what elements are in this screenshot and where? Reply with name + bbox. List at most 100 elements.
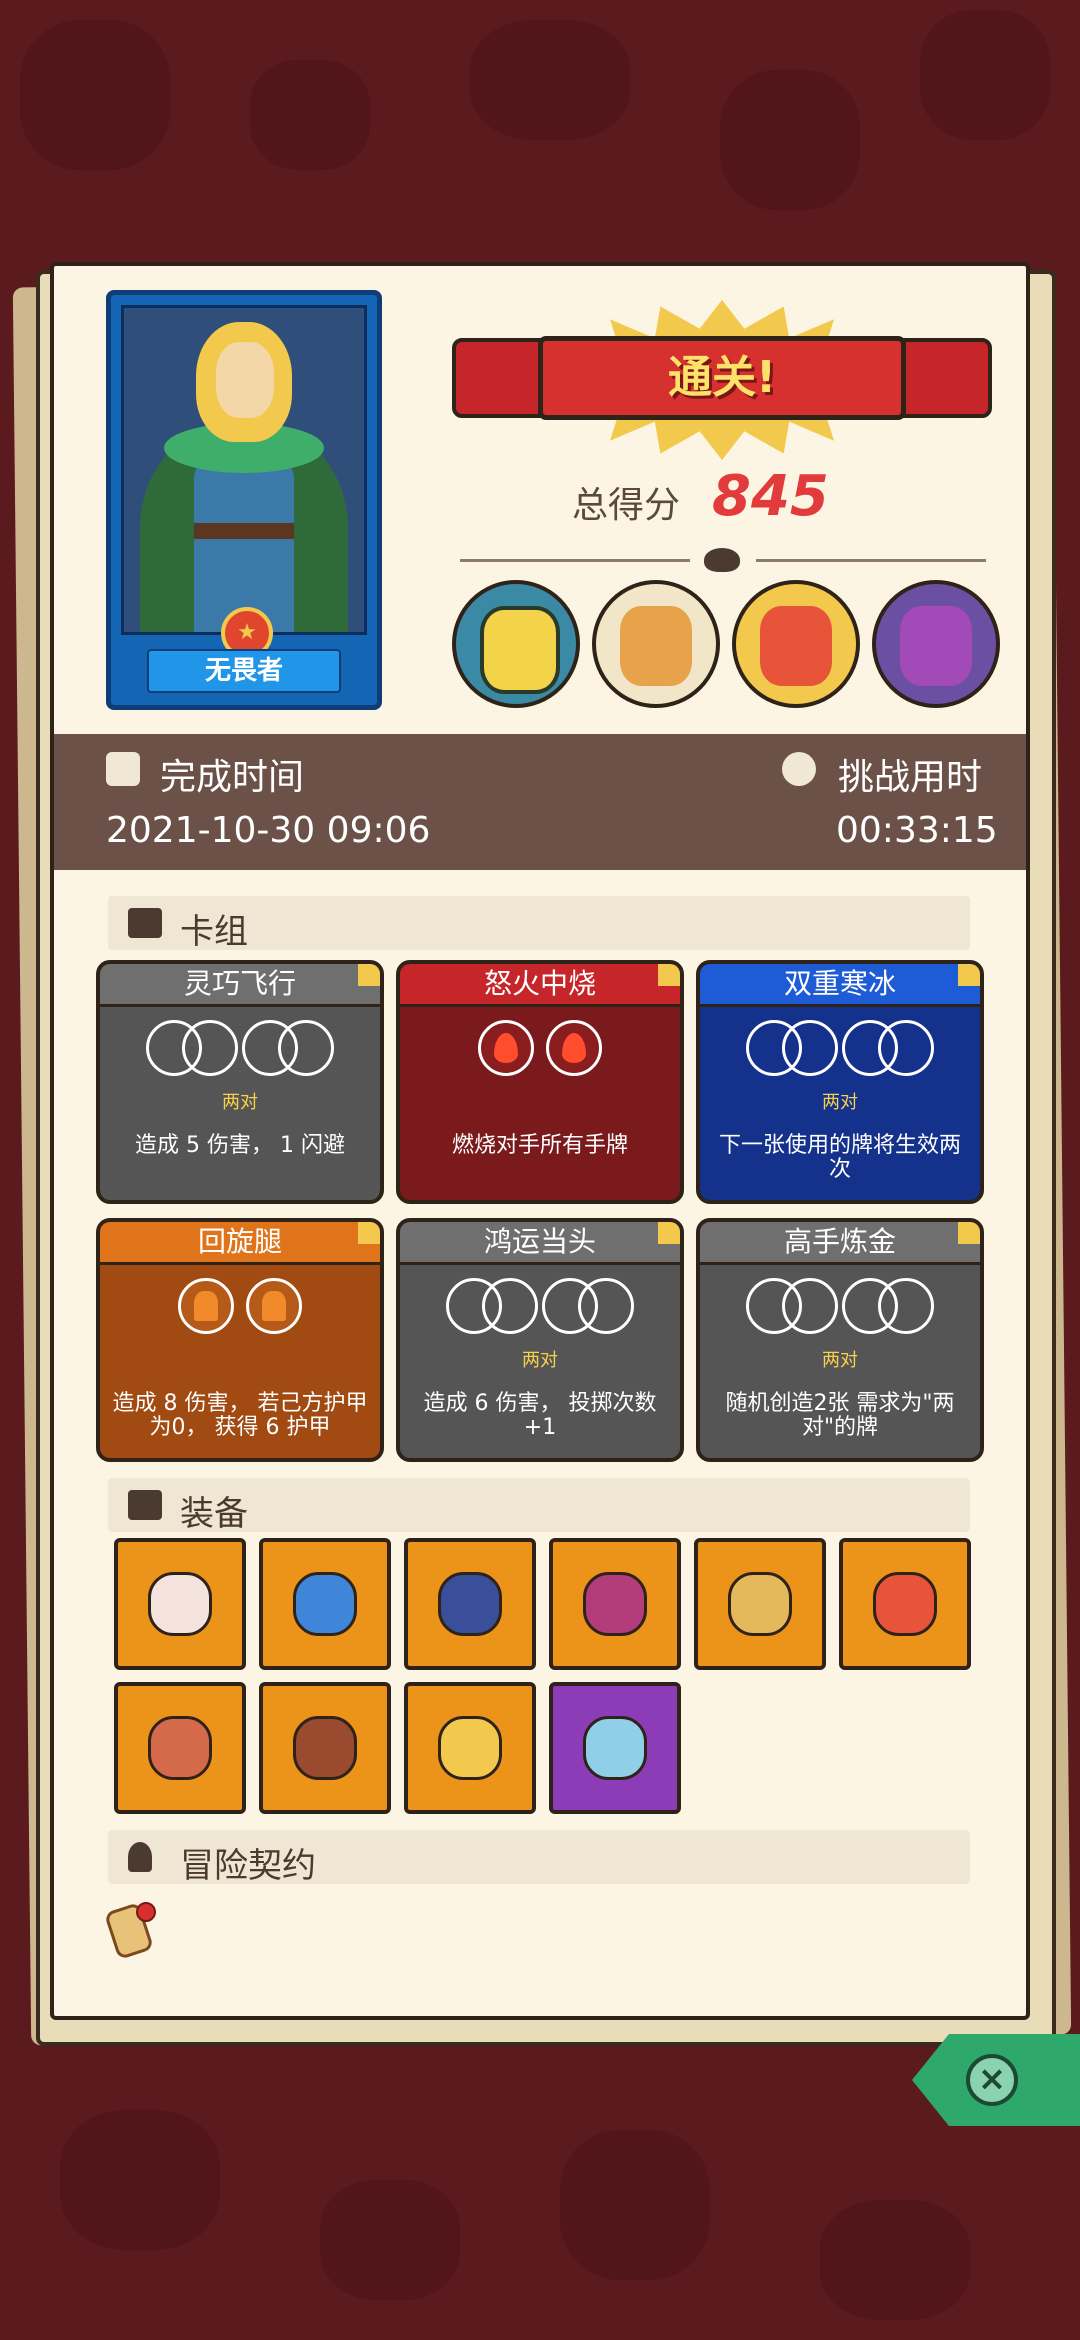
card-description: 燃烧对手所有手牌 (451, 1133, 628, 1158)
deck-card[interactable]: 怒火中烧燃烧对手所有手牌 (396, 960, 684, 1204)
empty-dice-slot (878, 1020, 934, 1076)
elapsed-label: 挑战用时 (838, 757, 983, 798)
card-requirement: 两对 (522, 1350, 558, 1371)
contract-section-header: 冒险契约 (108, 1830, 970, 1886)
boss-avatar-jester[interactable] (732, 580, 860, 708)
coin-plate-icon (293, 1716, 357, 1780)
equipment-slot[interactable] (549, 1538, 681, 1670)
deck-card[interactable]: 灵巧飞行两对造成 5 伤害， 1 闪避 (96, 960, 384, 1204)
upgrade-corner-icon (958, 1222, 980, 1244)
fire-dice-icon (478, 1020, 534, 1076)
card-description: 随机创造2张 需求为"两对"的牌 (725, 1391, 955, 1440)
blue-slime-icon (293, 1572, 357, 1636)
boss-avatar-dragon[interactable] (872, 580, 1000, 708)
ice-dagger-icon (583, 1716, 647, 1780)
contract-title: 冒险契约 (180, 1846, 316, 1886)
card-name: 双重寒冰 (700, 964, 980, 1007)
deck-card[interactable]: 回旋腿造成 8 伤害， 若己方护甲为0， 获得 6 护甲 (96, 1218, 384, 1462)
equipment-section-header: 装备 (108, 1478, 970, 1534)
upgrade-corner-icon (358, 964, 380, 986)
deck-card[interactable]: 高手炼金两对随机创造2张 需求为"两对"的牌 (696, 1218, 984, 1462)
boss-avatar-knight[interactable] (452, 580, 580, 708)
equipment-slot[interactable] (404, 1682, 536, 1814)
ham-icon (148, 1716, 212, 1780)
equipment-slot[interactable] (549, 1682, 681, 1814)
card-requirement: 两对 (822, 1350, 858, 1371)
total-score: 总得分 845 (572, 462, 902, 532)
card-name: 灵巧飞行 (100, 964, 380, 1007)
scroll-icon[interactable] (104, 1894, 166, 1966)
boss-avatar-ogre[interactable] (592, 580, 720, 708)
score-value: 845 (712, 464, 829, 529)
quill-icon (128, 1842, 152, 1872)
cards-icon (128, 908, 162, 938)
empty-dice-slot (578, 1278, 634, 1334)
card-description: 造成 6 伤害， 投掷次数+1 (423, 1391, 657, 1440)
fire-feather-icon (873, 1572, 937, 1636)
boot-dice-icon (178, 1278, 234, 1334)
upgrade-corner-icon (658, 1222, 680, 1244)
close-icon: × (966, 2054, 1018, 2106)
film-icon (106, 752, 140, 786)
card-description: 造成 5 伤害， 1 闪避 (135, 1133, 345, 1158)
hero-portrait (121, 305, 367, 635)
card-name: 鸿运当头 (400, 1222, 680, 1265)
card-requirement: 两对 (222, 1092, 258, 1113)
dice-slots (400, 1020, 680, 1086)
close-button[interactable]: × (912, 2034, 1080, 2126)
hexagram-icon (438, 1572, 502, 1636)
empty-dice-slot (782, 1020, 838, 1076)
hero-title: 无畏者 (147, 649, 341, 693)
box-icon (128, 1490, 162, 1520)
completed-value: 2021-10-30 09:06 (106, 810, 431, 851)
dice-slots (100, 1020, 380, 1086)
jar-icon (148, 1572, 212, 1636)
gold-coin-icon (438, 1716, 502, 1780)
dice-slots (700, 1020, 980, 1086)
victory-text: 通关! (538, 336, 906, 420)
fire-dice-icon (546, 1020, 602, 1076)
equipment-slot[interactable] (694, 1538, 826, 1670)
equipment-slot[interactable] (114, 1682, 246, 1814)
stopwatch-icon (782, 752, 816, 786)
card-requirement: 两对 (822, 1092, 858, 1113)
skull-icon (704, 548, 740, 572)
defeated-bosses (452, 580, 1004, 714)
deck-title: 卡组 (180, 912, 248, 952)
dice-slots (700, 1278, 980, 1344)
upgrade-corner-icon (358, 1222, 380, 1244)
empty-dice-slot (878, 1278, 934, 1334)
equipment-slot[interactable] (839, 1538, 971, 1670)
cursed-heart-icon (583, 1572, 647, 1636)
empty-dice-slot (182, 1020, 238, 1076)
dice-slots (100, 1278, 380, 1344)
boss-divider (440, 548, 1006, 572)
upgrade-corner-icon (958, 964, 980, 986)
equipment-slot[interactable] (114, 1538, 246, 1670)
equipment-slot[interactable] (404, 1538, 536, 1670)
victory-banner: 通关! (452, 300, 992, 460)
time-bar: 完成时间 2021-10-30 09:06 挑战用时 00:33:15 (54, 734, 1026, 870)
hero-portrait-card[interactable]: ★ 无畏者 (106, 290, 382, 710)
deck-card[interactable]: 鸿运当头两对造成 6 伤害， 投掷次数+1 (396, 1218, 684, 1462)
dice-slots (400, 1278, 680, 1344)
deck-section-header: 卡组 (108, 896, 970, 952)
card-name: 怒火中烧 (400, 964, 680, 1007)
completed-label: 完成时间 (160, 757, 305, 798)
deck-card[interactable]: 双重寒冰两对下一张使用的牌将生效两次 (696, 960, 984, 1204)
empty-dice-slot (782, 1278, 838, 1334)
equipment-title: 装备 (180, 1494, 248, 1534)
upgrade-corner-icon (658, 964, 680, 986)
equipment-slot[interactable] (259, 1682, 391, 1814)
card-description: 下一张使用的牌将生效两次 (718, 1133, 961, 1182)
card-name: 回旋腿 (100, 1222, 380, 1265)
empty-dice-slot (278, 1020, 334, 1076)
card-name: 高手炼金 (700, 1222, 980, 1265)
empty-dice-slot (482, 1278, 538, 1334)
coin-bag-icon (728, 1572, 792, 1636)
card-description: 造成 8 伤害， 若己方护甲为0， 获得 6 护甲 (112, 1391, 368, 1440)
score-label: 总得分 (572, 485, 681, 526)
boot-dice-icon (246, 1278, 302, 1334)
elapsed-value: 00:33:15 (836, 810, 998, 851)
equipment-slot[interactable] (259, 1538, 391, 1670)
